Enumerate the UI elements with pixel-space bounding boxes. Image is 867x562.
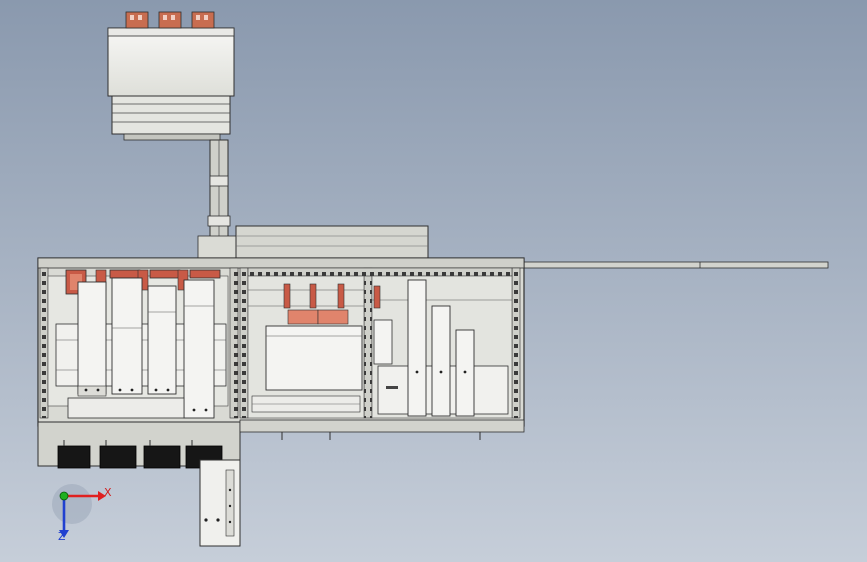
left-busbar-section xyxy=(47,269,229,419)
feeder-bar-1 xyxy=(407,279,427,417)
base-bolts xyxy=(281,432,481,440)
cad-viewport[interactable]: X Z xyxy=(0,0,867,562)
top-breaker-unit xyxy=(107,11,235,141)
top-terminal-3 xyxy=(191,11,215,29)
z-axis-label: Z xyxy=(58,530,66,543)
top-terminal-2 xyxy=(158,11,182,29)
base-plate xyxy=(37,419,525,469)
axis-triad[interactable]: X Z xyxy=(52,484,112,543)
vertical-busbar-column xyxy=(197,139,239,259)
y-axis-marker xyxy=(59,491,69,501)
middle-breaker-section xyxy=(247,275,365,419)
busbar-4 xyxy=(183,279,215,419)
right-feeder-section xyxy=(371,275,513,419)
switchgear-assembly-drawing: X Z xyxy=(37,11,829,547)
horizontal-rail xyxy=(519,261,829,269)
feeder-bar-2 xyxy=(431,305,451,417)
busbar-1 xyxy=(77,281,107,397)
busbar-3 xyxy=(147,285,177,395)
feeder-bar-3 xyxy=(455,329,475,417)
roof-panel xyxy=(235,225,429,259)
top-terminal-1 xyxy=(125,11,149,29)
bottom-outgoing-bar xyxy=(199,459,241,547)
x-axis-label: X xyxy=(104,486,112,499)
busbar-2 xyxy=(111,277,143,395)
